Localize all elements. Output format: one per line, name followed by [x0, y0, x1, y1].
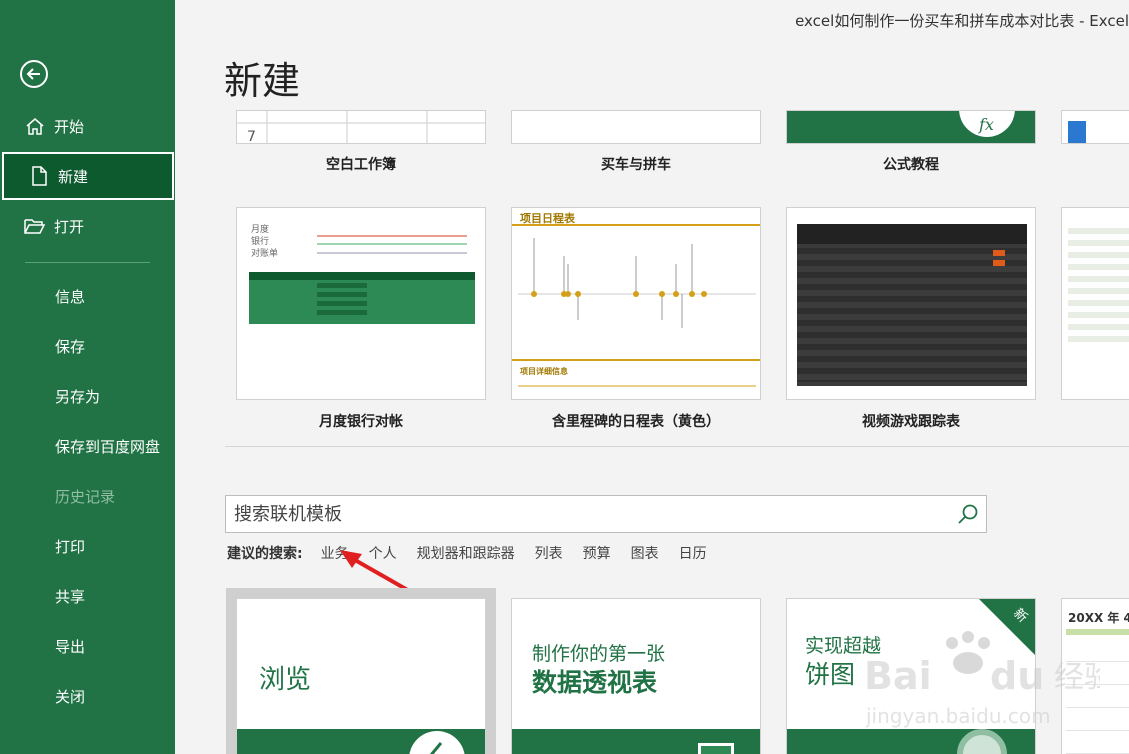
pivot-line1: 制作你的第一张	[532, 643, 666, 665]
nav-save[interactable]: 保存	[0, 322, 175, 370]
sidebar-divider	[25, 262, 150, 263]
suggested-searches-label: 建议的搜索:	[227, 546, 303, 562]
pivot-line2: 数据透视表	[532, 668, 658, 697]
schedule-preview-title: 项目日程表	[520, 212, 575, 225]
orange-marker	[993, 260, 1005, 266]
nav-print[interactable]: 打印	[0, 522, 175, 570]
nav-save-as[interactable]: 另存为	[0, 372, 175, 420]
nav-home-label: 开始	[54, 117, 85, 136]
featured-pivot-table[interactable]: 制作你的第一张 数据透视表	[511, 598, 761, 754]
template-game-tracker[interactable]	[786, 207, 1036, 400]
svg-text:jingyan.baidu.com: jingyan.baidu.com	[865, 704, 1051, 728]
browse-text: 浏览	[259, 665, 312, 695]
preview-line: 月度	[251, 225, 270, 235]
window-title: excel如何制作一份买车和拼车成本对比表 - Excel	[795, 12, 1129, 30]
template-blank-workbook[interactable]: 7	[236, 110, 486, 144]
template-label: 月度银行对帐	[319, 414, 403, 430]
fx-icon: fx	[979, 115, 994, 134]
suggestion-calendars[interactable]: 日历	[679, 543, 707, 563]
table-stripes	[797, 248, 1027, 382]
suggestion-charts[interactable]: 图表	[631, 543, 659, 563]
svg-text:经验: 经验	[1054, 660, 1100, 695]
template-label: 含里程碑的日程表（黄色）	[552, 414, 720, 430]
preview-line: 对账单	[251, 249, 279, 259]
preview-line: 银行	[251, 237, 270, 247]
blank-grid-preview	[237, 111, 485, 143]
page-title: 新建	[224, 59, 301, 103]
nav-close[interactable]: 关闭	[0, 672, 175, 720]
light-table-preview	[1068, 228, 1129, 348]
nav-info[interactable]: 信息	[0, 272, 175, 320]
template-formula-tutorial[interactable]: fx	[786, 110, 1036, 144]
template-label: 视频游戏跟踪表	[862, 414, 960, 430]
template-label: 空白工作簿	[326, 157, 396, 173]
back-arrow-icon	[26, 68, 40, 80]
nav-new[interactable]: 新建	[2, 152, 174, 200]
blue-block	[1068, 121, 1086, 143]
nav-save-to-baidu[interactable]: 保存到百度网盘	[0, 422, 175, 470]
suggested-searches: 建议的搜索: 业务 个人 规划器和跟踪器 列表 预算 图表 日历	[227, 543, 727, 563]
suggestion-lists[interactable]: 列表	[535, 543, 563, 563]
orange-marker	[993, 250, 1005, 256]
home-icon	[24, 115, 46, 137]
table-icon	[698, 743, 734, 754]
new-document-icon	[28, 165, 50, 187]
svg-text:Bai: Bai	[864, 654, 932, 698]
pie-line2: 饼图	[805, 660, 856, 689]
template-car-vs-carpool[interactable]	[511, 110, 761, 144]
nav-history: 历史记录	[55, 487, 116, 506]
nav-new-label: 新建	[58, 167, 89, 186]
chevron-right-icon	[429, 742, 443, 754]
suggestion-budgets[interactable]: 预算	[583, 543, 611, 563]
nav-open-label: 打开	[54, 217, 85, 236]
template-search-box[interactable]	[225, 495, 987, 533]
backstage-sidebar: 开始 新建 打开 信息 保存 另存为 保存到百度网盘 历史记录 打印 共享 导出…	[0, 0, 175, 754]
row-number-text: 7	[247, 129, 256, 144]
game-tracker-preview	[797, 224, 1027, 386]
template-label: 买车与拼车	[601, 157, 671, 173]
template-label: 公式教程	[883, 157, 939, 173]
baidu-jingyan-watermark: Bai du 经验 jingyan.baidu.com	[864, 631, 1100, 728]
bank-preview-title: 月度 银行 对账单	[251, 224, 278, 260]
search-input[interactable]	[226, 503, 950, 525]
template-partial-right-2[interactable]	[1061, 207, 1129, 400]
nav-export[interactable]: 导出	[0, 622, 175, 670]
back-button[interactable]	[20, 60, 48, 88]
template-milestone-schedule[interactable]: 项目日程表 项目详细信息	[511, 207, 761, 400]
nav-home[interactable]: 开始	[0, 102, 175, 150]
dark-header	[797, 224, 1027, 244]
nav-open[interactable]: 打开	[0, 202, 175, 250]
section-divider	[225, 446, 1129, 447]
svg-text:du: du	[990, 654, 1044, 698]
nav-share[interactable]: 共享	[0, 572, 175, 620]
search-icon[interactable]	[950, 496, 986, 532]
featured-browse[interactable]: 浏览	[236, 598, 486, 754]
schedule-preview-footer: 项目详细信息	[520, 367, 568, 376]
open-folder-icon	[24, 215, 46, 237]
template-monthly-bank[interactable]: 月度 银行 对账单	[236, 207, 486, 400]
calendar-title: 20XX 年 4 月	[1068, 611, 1129, 625]
template-partial-right[interactable]	[1061, 110, 1129, 144]
